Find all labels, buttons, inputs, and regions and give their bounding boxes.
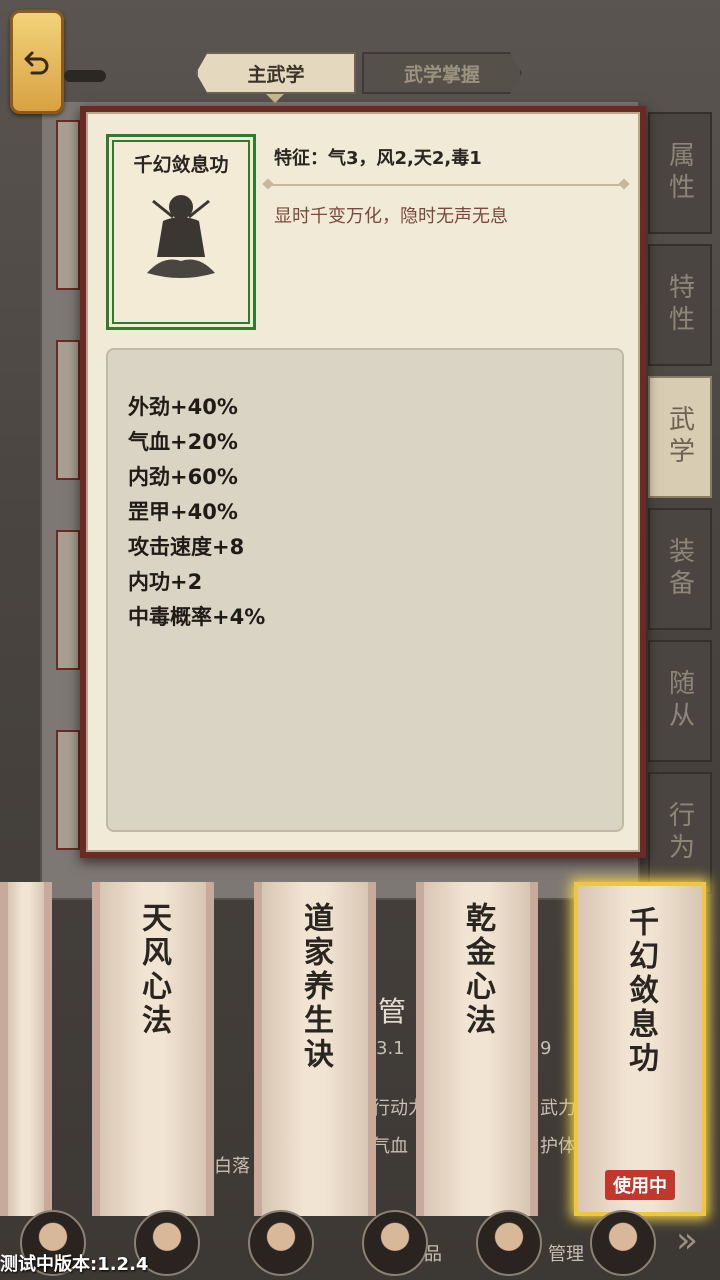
- skill-scroll[interactable]: 乾金心法: [416, 882, 538, 1216]
- stat-item: 中毒概率+4%: [128, 605, 266, 629]
- background-strip: [56, 340, 80, 480]
- tab-main-martial-art[interactable]: 主武学: [196, 52, 356, 94]
- back-arrow-icon: [24, 51, 49, 75]
- stat-item: 内功+2: [128, 570, 203, 594]
- stat-item: 攻击速度+8: [128, 535, 245, 559]
- side-tab-label: 武学: [664, 405, 695, 469]
- side-tab-equipment[interactable]: 装备: [648, 508, 712, 630]
- background-text: 气血: [372, 1136, 408, 1157]
- background-strip: [56, 730, 80, 850]
- side-tab-label: 行为: [664, 801, 695, 865]
- background-text: 品: [424, 1244, 442, 1265]
- skill-detail-body: 千幻敛息功 特征：气3，风2,天2,毒1 显时千变万化，隐时无声无息 外劲+40…: [86, 112, 640, 852]
- background-text: 白落: [214, 1156, 250, 1177]
- in-use-badge: 使用中: [605, 1170, 675, 1200]
- skill-scroll[interactable]: 天风心法: [92, 882, 214, 1216]
- version-label: 测试中版本:1.2.4: [0, 1254, 149, 1275]
- side-tab-behavior[interactable]: 行为: [648, 772, 712, 894]
- background-text: 管理: [548, 1244, 584, 1265]
- background-text: 管: [378, 995, 407, 1028]
- tab-indicator: [266, 94, 284, 103]
- avatar[interactable]: [248, 1210, 314, 1276]
- side-tab-label: 装备: [664, 537, 695, 601]
- avatar[interactable]: [476, 1210, 542, 1276]
- side-tab-martial[interactable]: 武学: [648, 376, 712, 498]
- back-button[interactable]: [10, 10, 64, 114]
- side-tab-traits[interactable]: 特性: [648, 244, 712, 366]
- background-text: 武力: [540, 1098, 576, 1119]
- stat-item: 内劲+60%: [128, 465, 238, 489]
- skill-scroll-label: 千幻敛息功: [623, 906, 658, 1076]
- stats-box: 外劲+40% 气血+20% 内劲+60% 罡甲+40% 攻击速度+8 内功+2 …: [106, 348, 624, 832]
- stat-item: 罡甲+40%: [128, 500, 238, 524]
- back-bar: [64, 70, 106, 82]
- background-strip: [56, 530, 80, 670]
- avatar[interactable]: [362, 1210, 428, 1276]
- divider: [268, 184, 624, 186]
- feature-text: 特征：气3，风2,天2,毒1: [274, 148, 482, 169]
- skill-description: 显时千变万化，隐时无声无息: [274, 206, 508, 227]
- skill-scroll[interactable]: 道家养生诀: [254, 882, 376, 1216]
- skill-card: 千幻敛息功: [106, 134, 256, 330]
- side-tab-attributes[interactable]: 属性: [648, 112, 712, 234]
- meditating-figure-icon: [147, 195, 215, 278]
- side-tab-label: 特性: [664, 273, 695, 337]
- skill-scroll-label: 道家养生诀: [298, 902, 333, 1072]
- stat-item: 气血+20%: [128, 430, 238, 454]
- tab-martial-mastery[interactable]: 武学掌握: [362, 52, 522, 94]
- background-text: 护体: [540, 1136, 576, 1157]
- background-strip: [56, 120, 80, 290]
- skill-scroll-label: 天风心法: [136, 902, 171, 1038]
- skill-scroll-selected[interactable]: 千幻敛息功 使用中: [574, 882, 706, 1216]
- skill-scroll[interactable]: [0, 882, 52, 1216]
- side-tab-followers[interactable]: 随从: [648, 640, 712, 762]
- background-text: 9: [540, 1038, 552, 1059]
- skill-card-frame: 千幻敛息功: [112, 140, 250, 324]
- next-arrow-icon[interactable]: »: [676, 1220, 698, 1261]
- skill-card-name: 千幻敛息功: [133, 154, 229, 176]
- skill-scroll-label: 乾金心法: [460, 902, 495, 1038]
- side-tab-label: 属性: [664, 141, 695, 205]
- avatar[interactable]: [590, 1210, 656, 1276]
- stat-item: 外劲+40%: [128, 395, 238, 419]
- skill-detail-popup: 千幻敛息功 特征：气3，风2,天2,毒1 显时千变万化，隐时无声无息 外劲+40…: [80, 106, 646, 858]
- background-text: 3.1: [376, 1038, 405, 1059]
- side-tab-label: 随从: [664, 669, 695, 733]
